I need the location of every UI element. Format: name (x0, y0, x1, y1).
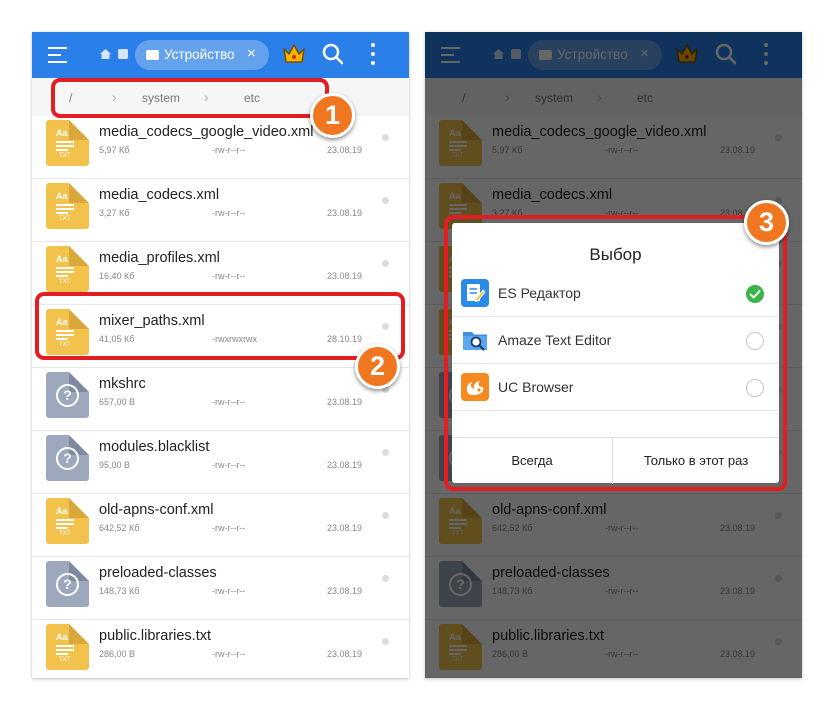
file-date: 23.08.19 (327, 397, 363, 407)
file-name: preloaded-classes (99, 565, 217, 581)
file-name: media_profiles.xml (99, 250, 220, 266)
menu-icon[interactable] (48, 45, 67, 65)
select-dot-icon[interactable] (382, 512, 389, 519)
file-permissions: -rw-r--r-- (212, 523, 246, 533)
text-file-icon: AaTXT (46, 183, 89, 229)
file-size: 95,00 B (99, 460, 131, 470)
tab-device[interactable]: Устройство × (135, 40, 269, 70)
more-options-icon[interactable] (371, 43, 375, 65)
file-row[interactable]: Aa TXT old-apns-conf.xml 642,52 Кб -rw-r--r-… (32, 494, 409, 557)
file-name: media_codecs.xml (99, 187, 220, 203)
file-size: 148,73 Кб (99, 586, 140, 596)
file-size: 16,40 Кб (99, 271, 135, 281)
search-icon[interactable] (322, 43, 344, 70)
step-badge-3: 3 (744, 200, 789, 245)
file-size: 657,00 B (99, 397, 136, 407)
file-row[interactable]: Aa TXT public.libraries.txt 286,00 B -rw-r--… (32, 620, 409, 678)
tab-device-label: Устройство (164, 47, 235, 62)
file-date: 23.08.19 (327, 586, 363, 596)
text-file-icon: AaTXT (46, 120, 89, 166)
file-date: 23.08.19 (327, 523, 363, 533)
select-dot-icon[interactable] (382, 134, 389, 141)
unknown-file-icon: ? (46, 561, 89, 607)
toolbar: Устройство × (32, 32, 409, 78)
select-dot-icon[interactable] (382, 197, 389, 204)
file-row[interactable]: ? modules.blacklist 95,00 B -rw-r--r-- 23.08… (32, 431, 409, 494)
file-date: 23.08.19 (327, 271, 363, 281)
file-name: modules.blacklist (99, 439, 210, 455)
file-name: mkshrc (99, 376, 146, 392)
file-permissions: -rw-r--r-- (212, 649, 246, 659)
file-date: 23.08.19 (327, 649, 363, 659)
file-permissions: -rw-r--r-- (212, 271, 246, 281)
file-permissions: -rw-r--r-- (212, 586, 246, 596)
select-dot-icon[interactable] (382, 260, 389, 267)
crown-icon[interactable] (283, 43, 305, 70)
file-permissions: -rw-r--r-- (212, 145, 246, 155)
file-date: 23.08.19 (327, 460, 363, 470)
file-size: 5,97 Кб (99, 145, 130, 155)
callout-file-highlight (35, 292, 405, 360)
step-badge-1: 1 (310, 93, 355, 138)
text-file-icon: AaTXT (46, 498, 89, 544)
file-size: 286,00 B (99, 649, 136, 659)
callout-dialog-highlight (444, 215, 787, 491)
select-dot-icon[interactable] (382, 638, 389, 645)
close-tab-icon[interactable]: × (247, 46, 256, 61)
file-permissions: -rw-r--r-- (212, 397, 246, 407)
file-row[interactable]: Aa TXT media_codecs.xml 3,27 Кб -rw-r--r-- 23… (32, 179, 409, 242)
device-icon (146, 50, 159, 60)
home-icon[interactable] (100, 49, 111, 59)
step-badge-2: 2 (355, 344, 400, 389)
unknown-file-icon: ? (46, 372, 89, 418)
select-dot-icon[interactable] (382, 449, 389, 456)
text-file-icon: AaTXT (46, 246, 89, 292)
unknown-file-icon: ? (46, 435, 89, 481)
file-date: 23.08.19 (327, 208, 363, 218)
file-name: media_codecs_google_video.xml (99, 124, 314, 140)
file-list: AaTXT media_codecs_google_video.xml 5,97 К… (32, 116, 409, 678)
file-name: public.libraries.txt (99, 628, 212, 644)
file-permissions: -rw-r--r-- (212, 460, 246, 470)
file-name: old-apns-conf.xml (99, 502, 214, 518)
file-date: 23.08.19 (327, 145, 363, 155)
file-size: 642,52 Кб (99, 523, 140, 533)
callout-breadcrumb-highlight (51, 78, 329, 118)
storage-card-icon[interactable] (118, 49, 128, 59)
text-file-icon: AaTXT (46, 624, 89, 670)
file-row[interactable]: ? preloaded-classes 148,73 Кб -rw-r--r-- 23.… (32, 557, 409, 620)
file-permissions: -rw-r--r-- (212, 208, 246, 218)
file-size: 3,27 Кб (99, 208, 130, 218)
select-dot-icon[interactable] (382, 575, 389, 582)
file-row[interactable]: ? mkshrc 657,00 B -rw-r--r-- 23.08.19 (32, 368, 409, 431)
